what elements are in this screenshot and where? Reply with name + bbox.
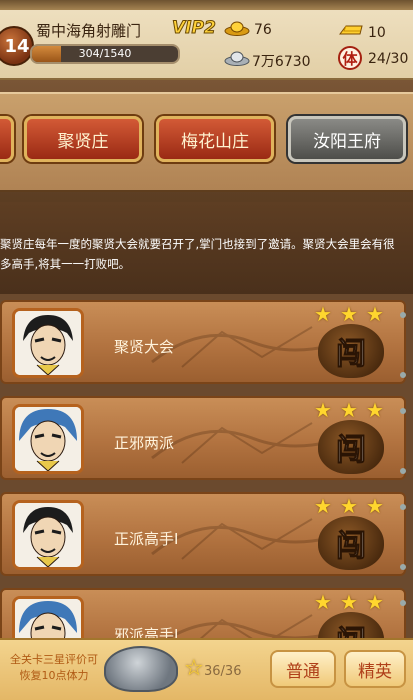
silver-ingot-icon: [224, 51, 250, 66]
challenge-button[interactable]: 闯: [318, 516, 384, 570]
player-name: 蜀中海角射雕门: [36, 22, 142, 40]
hero-portrait: [12, 308, 84, 378]
blue-helmet-warrior-portrait: [15, 407, 81, 471]
treasure-pot-icon[interactable]: [104, 646, 178, 692]
elite-mode-button[interactable]: 精英: [344, 650, 406, 688]
three-star-reward-info: 全关卡三星评价可 恢复10点体力: [4, 652, 104, 684]
star-icon: ★: [314, 590, 332, 614]
rivet-decor: [400, 564, 406, 570]
stage-row[interactable]: 聚贤大会 ★ ★ ★ 闯: [0, 300, 406, 384]
stamina-icon: 体: [338, 46, 362, 70]
star-icon: ☆: [184, 656, 204, 681]
stage-list[interactable]: 聚贤大会 ★ ★ ★ 闯 正邪两派 ★ ★ ★ 闯 正派高手Ⅰ ★ ★ ★ 闯 …: [0, 296, 413, 638]
star-icon: ★: [366, 494, 384, 518]
star-icon: ★: [314, 398, 332, 422]
stamina-value: 24/30: [368, 51, 409, 67]
stage-star-rating: ★ ★ ★: [314, 304, 386, 324]
star-icon: ★: [314, 302, 332, 326]
black-hair-swordsman-portrait: [15, 503, 81, 567]
stage-star-rating: ★ ★ ★: [314, 592, 386, 612]
gold-value: 76: [254, 22, 272, 38]
exp-text: 304/1540: [78, 47, 132, 60]
challenge-button[interactable]: 闯: [318, 324, 384, 378]
gold-bar-icon: [339, 25, 363, 35]
blue-helmet-warrior-portrait: [15, 599, 81, 638]
stage-name: 正邪两派: [114, 434, 175, 452]
stage-row[interactable]: 邪派高手Ⅰ ★ ★ ★ 闯: [0, 588, 406, 638]
hero-portrait: [12, 500, 84, 570]
hero-portrait: [12, 404, 84, 474]
rivet-decor: [400, 372, 406, 378]
star-icon: ★: [366, 398, 384, 422]
normal-mode-button[interactable]: 普通: [270, 650, 336, 688]
stage-name: 正派高手Ⅰ: [114, 530, 179, 548]
star-progress: 36/36: [204, 664, 242, 679]
star-icon: ★: [366, 590, 384, 614]
gold-ingot-icon: [224, 21, 250, 36]
star-icon: ★: [340, 302, 358, 326]
rivet-decor: [400, 468, 406, 474]
star-icon: ★: [314, 494, 332, 518]
stage-name: 邪派高手Ⅰ: [114, 626, 179, 638]
reward-info-line2: 恢复10点体力: [19, 669, 89, 682]
challenge-button[interactable]: 闯: [318, 420, 384, 474]
star-icon: ★: [340, 398, 358, 422]
top-decor-strip: [0, 0, 413, 10]
region-description: 聚贤庄每年一度的聚贤大会就要召开了,掌门也接到了邀请。聚贤大会里会有很多高手,将…: [0, 237, 395, 271]
star-icon: ★: [340, 590, 358, 614]
stage-star-rating: ★ ★ ★: [314, 400, 386, 420]
star-icon: ★: [340, 494, 358, 518]
silver-value: 7万6730: [252, 54, 311, 70]
star-icon: ★: [366, 302, 384, 326]
tab-previous-region[interactable]: [0, 116, 14, 162]
reward-info-line1: 全关卡三星评价可: [10, 653, 98, 666]
rivet-decor: [400, 600, 406, 606]
rivet-decor: [400, 504, 406, 510]
tab-meihua-shanzhuang[interactable]: 梅花山庄: [156, 116, 274, 162]
ingot-value: 10: [368, 25, 386, 41]
stage-row[interactable]: 正邪两派 ★ ★ ★ 闯: [0, 396, 406, 480]
rivet-decor: [400, 408, 406, 414]
stage-name: 聚贤大会: [114, 338, 175, 356]
rivet-decor: [400, 312, 406, 318]
tab-juxianzhuang[interactable]: 聚贤庄: [24, 116, 142, 162]
stage-star-rating: ★ ★ ★: [314, 496, 386, 516]
stage-row[interactable]: 正派高手Ⅰ ★ ★ ★ 闯: [0, 492, 406, 576]
tab-ruyang-wangfu[interactable]: 汝阳王府: [288, 116, 406, 162]
hero-portrait: [12, 596, 84, 638]
vip-badge[interactable]: VIP2: [172, 18, 217, 39]
black-hair-swordsman-portrait: [15, 311, 81, 375]
exp-bar: 304/1540: [30, 44, 180, 64]
